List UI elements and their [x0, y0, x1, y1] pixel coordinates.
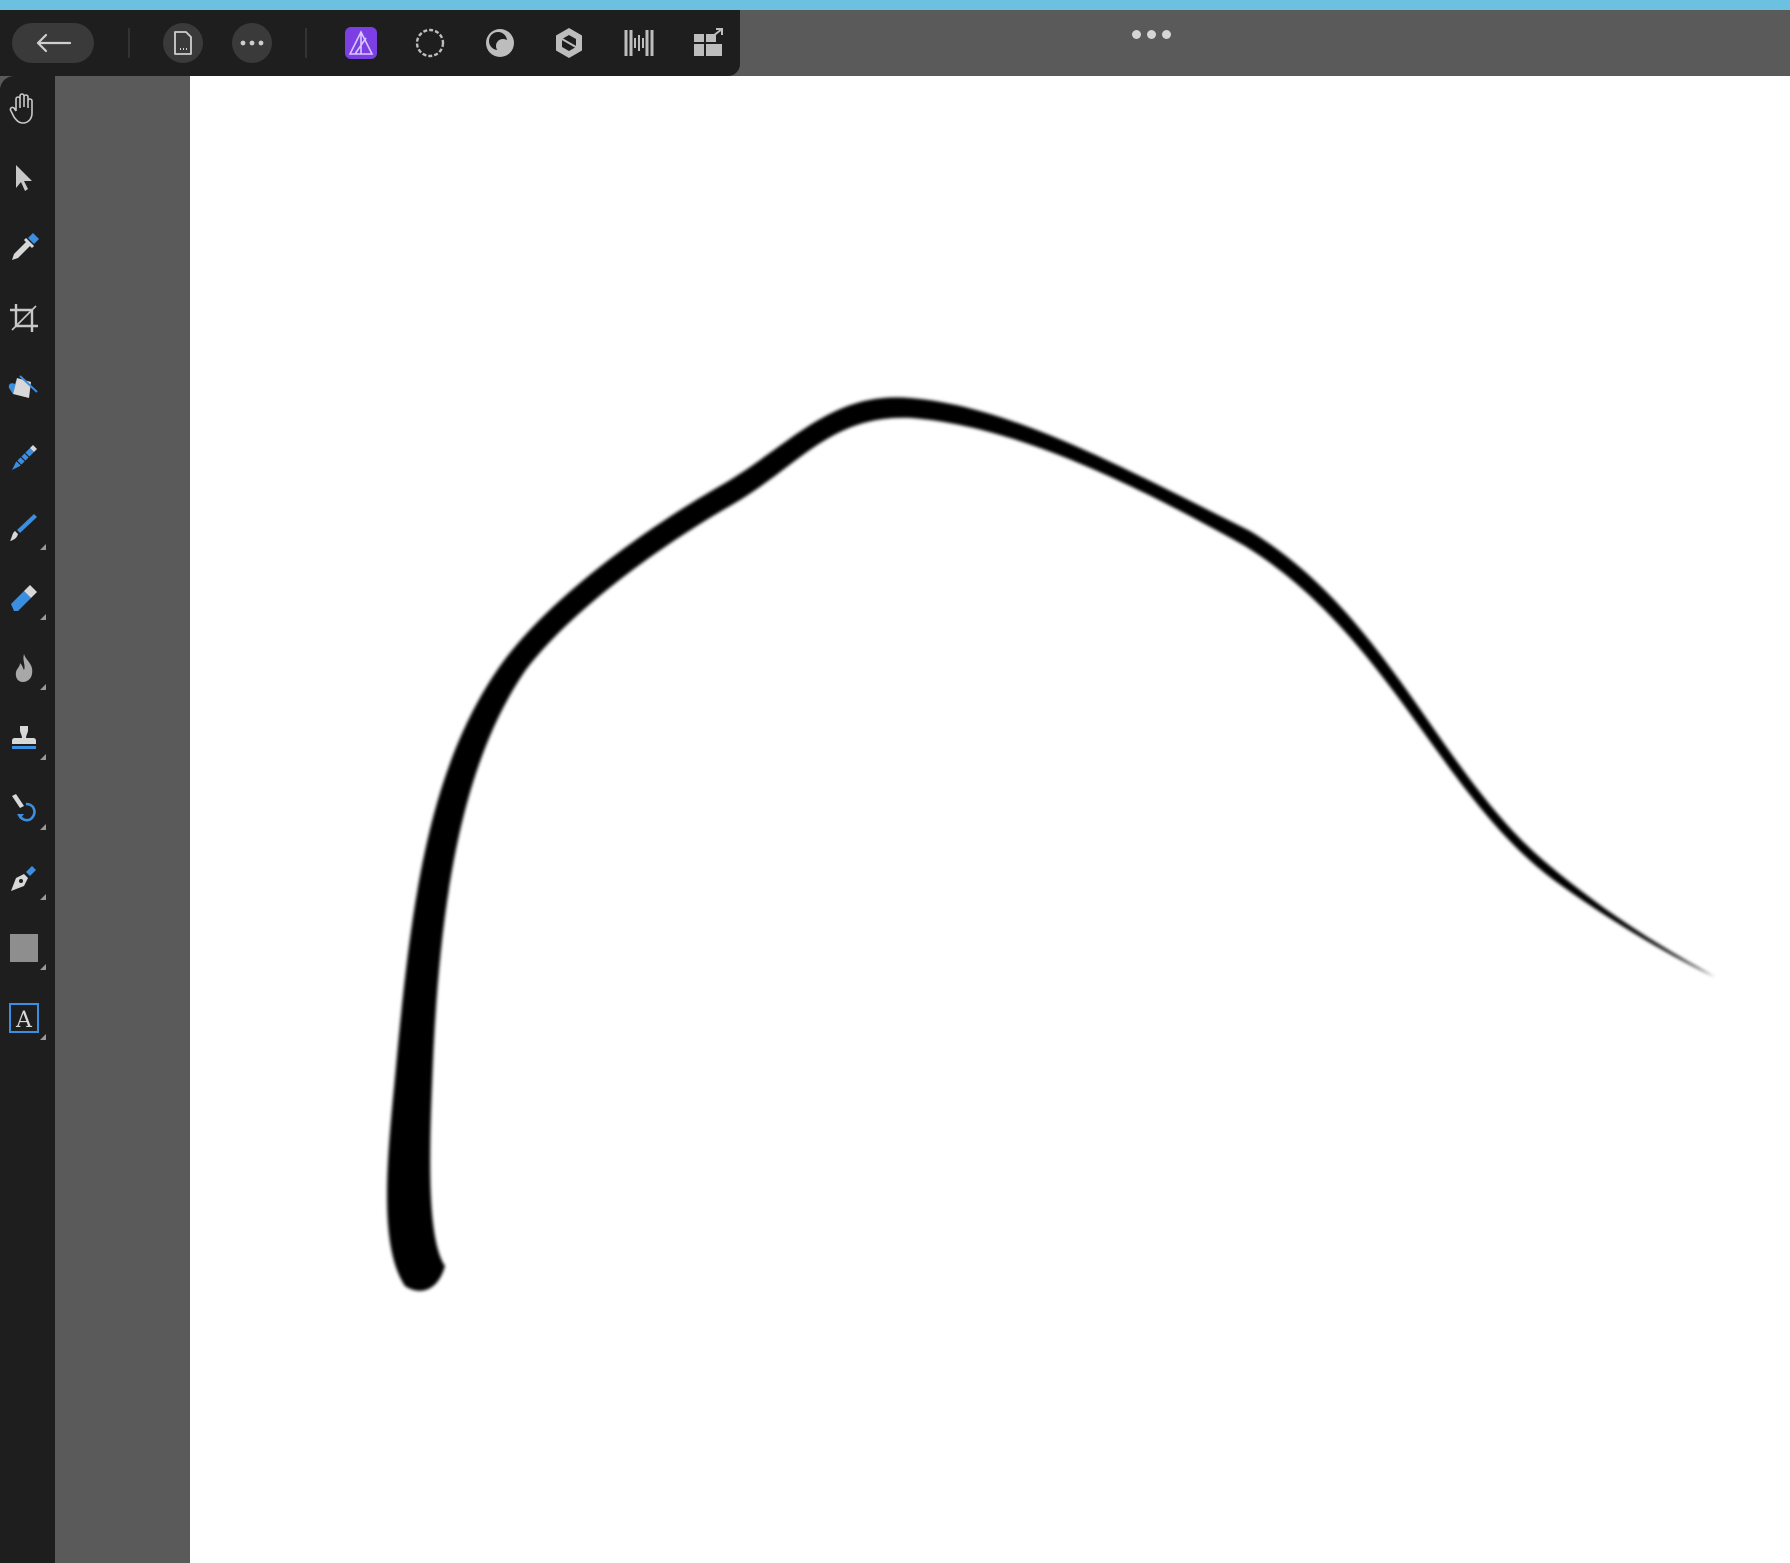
more-options-button[interactable] [232, 23, 272, 63]
hand-tool[interactable] [0, 82, 48, 134]
more-dots-icon[interactable] [1126, 26, 1176, 42]
burn-brush-tool[interactable] [0, 642, 48, 694]
window-accent-bar [0, 0, 1790, 10]
export-persona-button[interactable] [617, 22, 661, 64]
tone-mapping-persona-icon [556, 28, 582, 58]
stamp-icon [12, 726, 36, 749]
brush-stroke [387, 397, 1715, 1291]
rectangle-icon [10, 934, 38, 962]
top-toolbar [0, 10, 740, 76]
crop-icon [10, 304, 38, 332]
pasteboard [55, 76, 190, 1563]
eyedropper-icon [12, 233, 39, 260]
liquify-persona-button[interactable] [408, 22, 452, 64]
develop-persona-button[interactable] [478, 22, 522, 64]
crop-tool[interactable] [0, 292, 48, 344]
tools-panel: A [0, 76, 55, 1563]
brush-stroke-path [387, 397, 1715, 1291]
paint-bucket-icon [8, 375, 38, 398]
studio-panels-button[interactable] [686, 22, 730, 64]
undo-brush-icon [12, 794, 36, 822]
selection-brush-icon [12, 445, 37, 470]
ellipsis-icon [240, 40, 264, 46]
document-icon [174, 31, 192, 55]
erase-brush-tool[interactable] [0, 572, 48, 624]
separator [128, 28, 130, 58]
studio-panels-icon [694, 28, 723, 56]
clone-tool[interactable] [0, 712, 48, 764]
paint-brush-tool[interactable] [0, 502, 48, 554]
undo-brush-tool[interactable] [0, 782, 48, 834]
text-a-icon: A [9, 1003, 39, 1033]
photo-persona-button[interactable] [339, 22, 383, 64]
tone-mapping-persona-button[interactable] [547, 22, 591, 64]
document-button[interactable] [163, 23, 203, 63]
develop-persona-icon [486, 29, 514, 57]
selection-brush-tool[interactable] [0, 432, 48, 484]
back-button[interactable] [12, 23, 94, 63]
arrow-left-icon [36, 33, 72, 53]
text-tool-label: A [15, 1008, 33, 1033]
liquify-persona-icon [415, 28, 445, 58]
paint-brush-icon [10, 514, 37, 541]
export-persona-icon [624, 30, 654, 56]
move-tool[interactable] [0, 152, 48, 204]
pen-tool[interactable] [0, 852, 48, 904]
separator [305, 28, 307, 58]
color-picker-tool[interactable] [0, 222, 48, 274]
text-tool[interactable]: A [0, 992, 48, 1044]
pen-nib-icon [11, 866, 36, 891]
photo-persona-icon [345, 27, 377, 59]
document-canvas[interactable] [190, 76, 1790, 1563]
title-area [740, 10, 1790, 76]
flame-icon [15, 654, 33, 682]
pointer-icon [16, 165, 32, 191]
rectangle-tool[interactable] [0, 922, 48, 974]
flood-fill-tool[interactable] [0, 362, 48, 414]
hand-icon [9, 93, 33, 124]
eraser-icon [11, 585, 37, 611]
